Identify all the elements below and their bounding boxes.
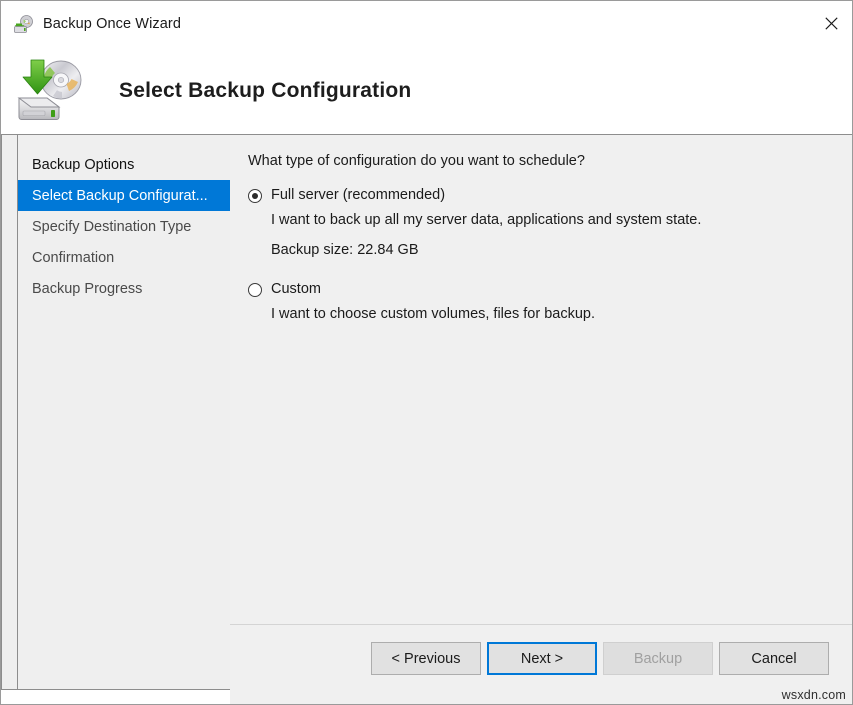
radio-option-full-server[interactable]: Full server (recommended) xyxy=(248,187,832,203)
radio-button-custom[interactable] xyxy=(248,283,262,297)
sidebar-item-label: Specify Destination Type xyxy=(32,219,191,235)
sidebar-item-backup-options[interactable]: Backup Options xyxy=(18,149,230,180)
sidebar-item-label: Select Backup Configurat... xyxy=(32,188,208,204)
backup-drive-disc-icon xyxy=(13,58,93,124)
sidebar-item-specify-destination-type[interactable]: Specify Destination Type xyxy=(18,211,230,242)
window-title: Backup Once Wizard xyxy=(43,16,181,32)
backup-size-text: Backup size: 22.84 GB xyxy=(271,242,832,258)
title-bar: Backup Once Wizard xyxy=(1,1,853,47)
sidebar-item-confirmation[interactable]: Confirmation xyxy=(18,242,230,273)
wizard-body: Backup Options Select Backup Configurat.… xyxy=(1,134,853,705)
sidebar-item-label: Backup Progress xyxy=(32,281,142,297)
configuration-options-area: What type of configuration do you want t… xyxy=(230,135,852,624)
sidebar-item-backup-progress[interactable]: Backup Progress xyxy=(18,273,230,304)
wizard-header: Select Backup Configuration xyxy=(1,47,853,134)
sidebar-item-label: Backup Options xyxy=(32,157,134,173)
cancel-button[interactable]: Cancel xyxy=(719,642,829,675)
backup-disc-icon xyxy=(13,13,35,35)
radio-button-full-server[interactable] xyxy=(248,189,262,203)
sidebar-item-select-backup-configuration[interactable]: Select Backup Configurat... xyxy=(17,180,230,211)
close-icon[interactable] xyxy=(808,1,853,45)
backup-button: Backup xyxy=(603,642,713,675)
sidebar-item-label: Confirmation xyxy=(32,250,114,266)
wizard-footer: < Previous Next > Backup Cancel xyxy=(230,624,852,705)
option-spacer xyxy=(248,258,832,281)
previous-button[interactable]: < Previous xyxy=(371,642,481,675)
next-button[interactable]: Next > xyxy=(487,642,597,675)
wizard-step-sidebar: Backup Options Select Backup Configurat.… xyxy=(17,134,230,690)
full-server-description: I want to back up all my server data, ap… xyxy=(271,212,832,228)
backup-once-wizard-window: Backup Once Wizard xyxy=(0,0,853,705)
page-title: Select Backup Configuration xyxy=(119,79,411,103)
sidebar-left-edge xyxy=(1,134,18,690)
configuration-question: What type of configuration do you want t… xyxy=(248,153,832,169)
watermark: wsxdn.com xyxy=(782,688,846,702)
radio-label-full-server: Full server (recommended) xyxy=(271,187,445,203)
wizard-content-panel: What type of configuration do you want t… xyxy=(230,134,853,705)
radio-label-custom: Custom xyxy=(271,281,321,297)
footer-button-row: < Previous Next > Backup Cancel xyxy=(230,642,852,675)
custom-description: I want to choose custom volumes, files f… xyxy=(271,306,832,322)
radio-option-custom[interactable]: Custom xyxy=(248,281,832,297)
